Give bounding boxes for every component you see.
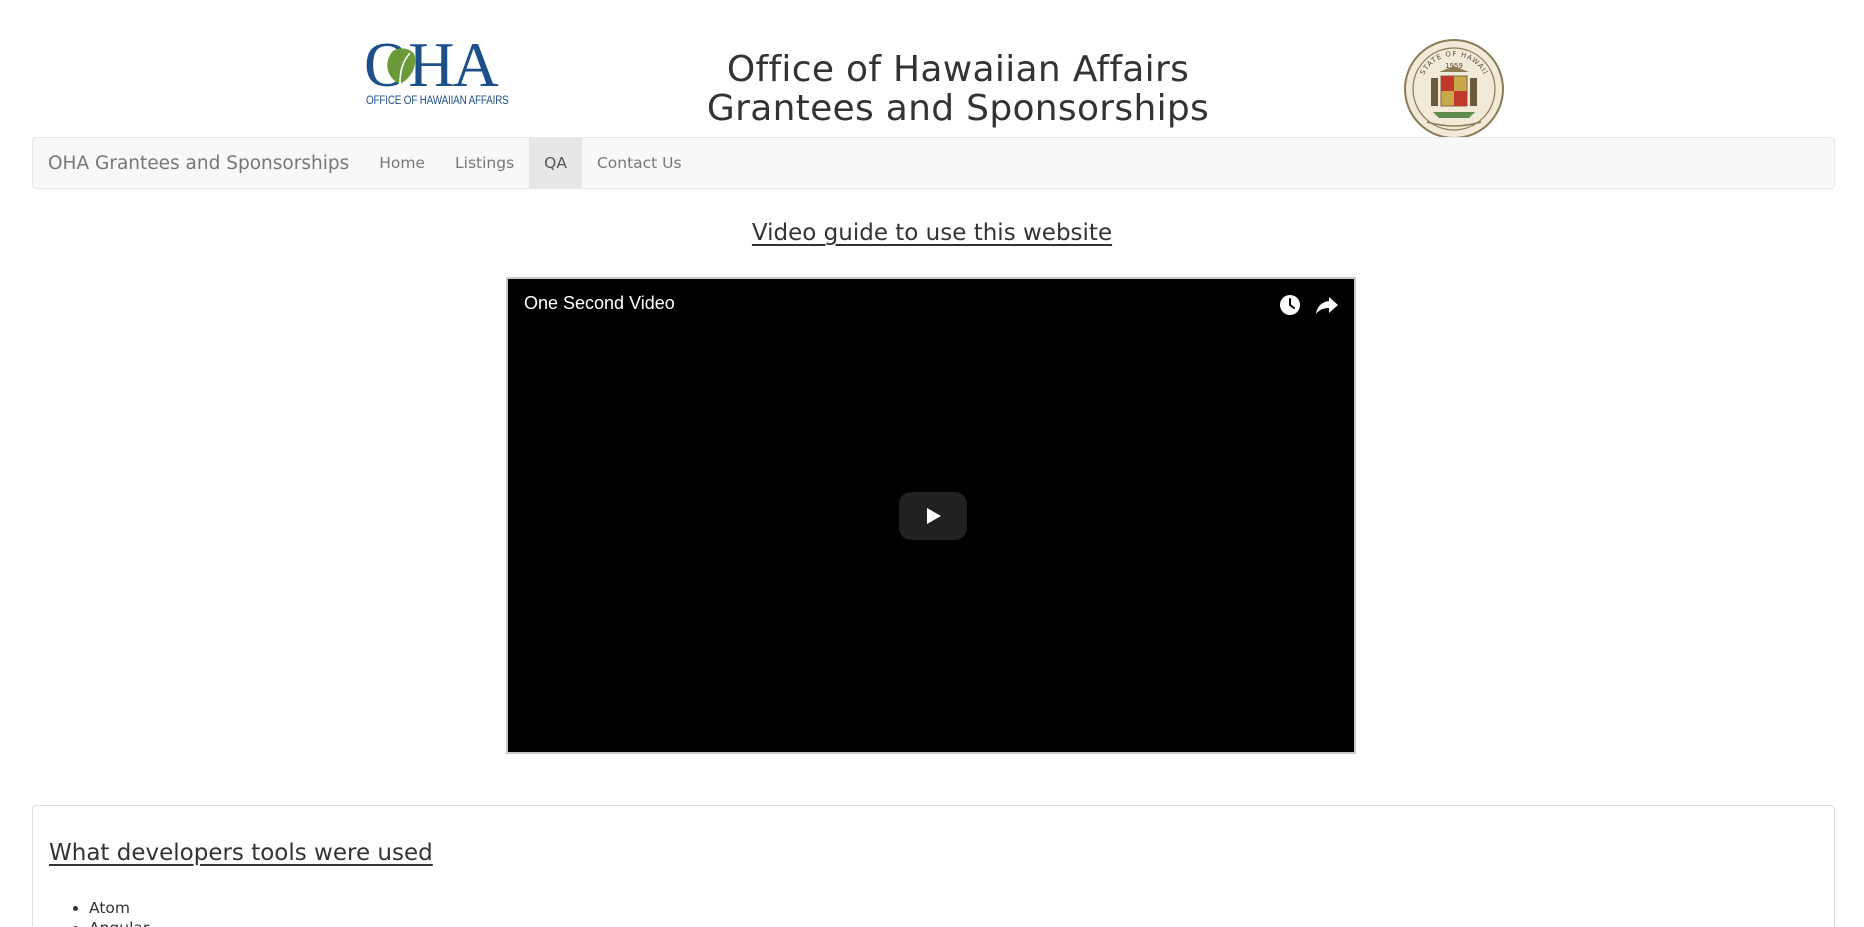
- nav-item-qa[interactable]: QA: [529, 138, 582, 188]
- video-player[interactable]: One Second Video: [506, 277, 1356, 754]
- share-icon[interactable]: [1314, 293, 1340, 317]
- video-title[interactable]: One Second Video: [524, 291, 675, 315]
- dev-tools-heading: What developers tools were used: [49, 840, 433, 866]
- dev-tools-panel: What developers tools were used Atom Ang…: [32, 805, 1835, 927]
- site-title-line1: Office of Hawaiian Affairs: [726, 49, 1190, 90]
- state-seal: STATE OF HAWAII 1959: [1404, 39, 1504, 139]
- site-title: Office of Hawaiian Affairs Grantees and …: [680, 50, 1236, 128]
- nav-item-listings[interactable]: Listings: [440, 138, 529, 188]
- tool-list: Atom Angular: [89, 898, 149, 927]
- navbar: OHA Grantees and Sponsorships Home Listi…: [32, 137, 1835, 189]
- logo-subtitle: OFFICE OF HAWAIIAN AFFAIRS: [366, 95, 509, 107]
- list-item: Angular: [89, 918, 149, 927]
- clock-icon[interactable]: [1278, 293, 1302, 317]
- leaf-icon: [387, 48, 416, 85]
- nav-item-contact-us[interactable]: Contact Us: [582, 138, 697, 188]
- navbar-brand[interactable]: OHA Grantees and Sponsorships: [33, 138, 364, 188]
- oha-logo[interactable]: OHA OFFICE OF HAWAIIAN AFFAIRS: [364, 33, 516, 108]
- site-header: OHA OFFICE OF HAWAIIAN AFFAIRS Office of…: [0, 0, 1864, 139]
- play-icon: [927, 508, 941, 524]
- site-title-line2: Grantees and Sponsorships: [706, 88, 1210, 129]
- page: OHA OFFICE OF HAWAIIAN AFFAIRS Office of…: [0, 0, 1864, 927]
- nav-item-home[interactable]: Home: [364, 138, 440, 188]
- list-item: Atom: [89, 898, 149, 918]
- video-guide-heading: Video guide to use this website: [751, 220, 1113, 246]
- play-button[interactable]: [899, 492, 967, 540]
